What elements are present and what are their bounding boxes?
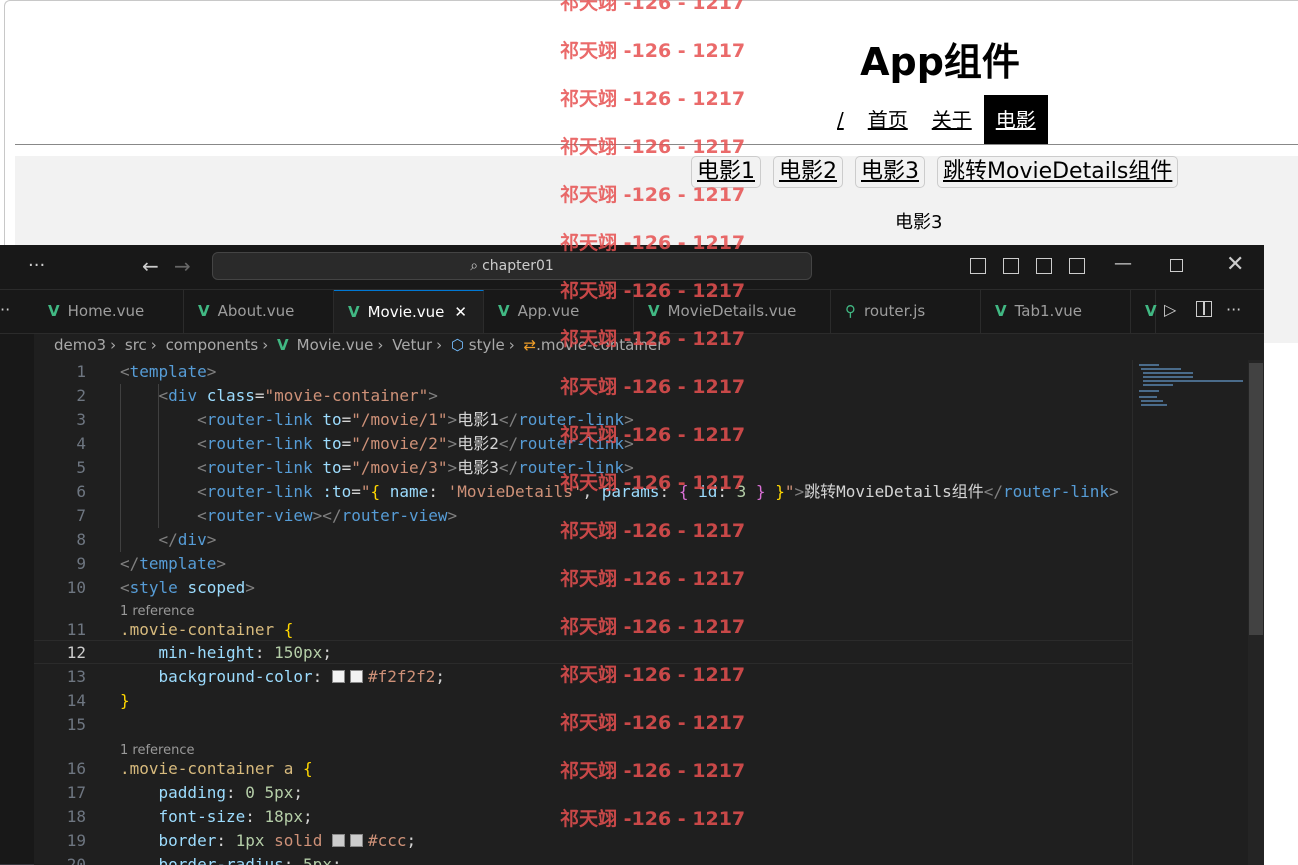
vue-icon: V — [1145, 302, 1157, 320]
breadcrumb-item[interactable]: .movie-container — [536, 336, 663, 354]
breadcrumb-item[interactable]: Movie.vue — [297, 336, 374, 354]
search-icon: ⌕ — [470, 258, 479, 274]
tab-movie-vue[interactable]: V Movie.vue ✕ — [334, 290, 484, 333]
movie-link-3[interactable]: 电影3 — [855, 156, 925, 188]
tab-about-vue[interactable]: V About.vue — [184, 290, 334, 333]
color-swatch[interactable] — [331, 834, 345, 847]
symbol-class-icon: ⇄ — [523, 336, 537, 354]
breadcrumb-item[interactable]: demo3 — [54, 336, 106, 354]
tab-moviedetails-vue[interactable]: V MovieDetails.vue — [634, 290, 831, 333]
movie-links: 电影1 电影2 电影3 跳转MovieDetails组件 — [691, 156, 1179, 188]
tab-home-vue[interactable]: V Home.vue — [34, 290, 184, 333]
vue-icon: V — [198, 302, 210, 320]
editor-tabs: ·· V Home.vue V About.vue V Movie.vue ✕ V App… — [0, 290, 1264, 334]
tab-tab1-vue[interactable]: V Tab1.vue — [981, 290, 1131, 333]
minimap[interactable] — [1132, 360, 1249, 865]
top-nav: / 首页 关于 电影 — [825, 95, 1048, 145]
nav-link-home[interactable]: 首页 — [856, 95, 920, 145]
nav-link-movie[interactable]: 电影 — [983, 95, 1048, 145]
movie-link-1[interactable]: 电影1 — [691, 156, 761, 188]
vscode-window: ··· ← → ⌕ chapter01 — ✕ ·· V Home.vue V Abo… — [0, 245, 1264, 865]
breadcrumb-item[interactable]: Vetur — [392, 336, 432, 354]
tab-app-vue[interactable]: V App.vue — [484, 290, 634, 333]
vue-icon: V — [48, 302, 60, 320]
activity-bar — [0, 334, 34, 865]
nav-link-root[interactable]: / — [825, 95, 856, 145]
title-bar: ··· ← → ⌕ chapter01 — ✕ — [0, 245, 1264, 290]
customize-layout-icon[interactable] — [1069, 258, 1085, 274]
color-swatch[interactable] — [349, 834, 363, 847]
toggle-primary-sidebar-icon[interactable] — [970, 258, 986, 274]
tab-router-js[interactable]: ⚲ router.js — [831, 290, 981, 333]
breadcrumb-item[interactable]: components — [166, 336, 259, 354]
search-text: chapter01 — [482, 258, 554, 274]
vue-icon: V — [995, 302, 1007, 320]
toggle-secondary-sidebar-icon[interactable] — [1036, 258, 1052, 274]
command-center-search[interactable]: ⌕ chapter01 — [212, 252, 812, 280]
more-actions-icon[interactable]: ··· — [1226, 300, 1241, 319]
vue-icon: V — [498, 302, 510, 320]
forward-arrow-icon[interactable]: → — [174, 254, 191, 278]
breadcrumb-item[interactable]: style — [469, 336, 505, 354]
breadcrumb: demo3 › src › components › V Movie.vue › Vetu… — [54, 336, 664, 354]
more-icon[interactable]: ·· — [0, 300, 10, 319]
color-swatch[interactable] — [349, 670, 363, 683]
more-icon[interactable]: ··· — [28, 255, 45, 276]
close-tab-icon[interactable]: ✕ — [454, 303, 467, 321]
split-editor-icon[interactable] — [1196, 301, 1212, 317]
tab-overflow[interactable]: V — [1131, 290, 1157, 333]
nav-link-about[interactable]: 关于 — [920, 95, 984, 145]
scrollbar-thumb[interactable] — [1249, 363, 1263, 635]
code-editor[interactable]: 1 <template> 2 <div class="movie-containe… — [34, 360, 1132, 865]
maximize-icon[interactable] — [1170, 259, 1183, 272]
back-arrow-icon[interactable]: ← — [142, 254, 159, 278]
nav-divider — [15, 144, 1298, 145]
toggle-panel-icon[interactable] — [1003, 258, 1019, 274]
router-icon: ⚲ — [845, 302, 856, 320]
movie-details-link[interactable]: 跳转MovieDetails组件 — [937, 156, 1179, 188]
cube-icon: ⬡ — [450, 336, 464, 354]
movie-link-2[interactable]: 电影2 — [773, 156, 843, 188]
color-swatch[interactable] — [331, 670, 345, 683]
breadcrumb-item[interactable]: src — [125, 336, 147, 354]
vue-icon: V — [277, 336, 289, 354]
vue-icon: V — [348, 303, 360, 321]
vue-icon: V — [648, 302, 660, 320]
app-title: App组件 — [860, 40, 1020, 84]
run-icon[interactable]: ▷ — [1164, 300, 1176, 319]
minimize-icon[interactable]: — — [1114, 253, 1132, 274]
router-view-content: 电影3 — [895, 212, 943, 233]
close-window-icon[interactable]: ✕ — [1226, 252, 1244, 277]
